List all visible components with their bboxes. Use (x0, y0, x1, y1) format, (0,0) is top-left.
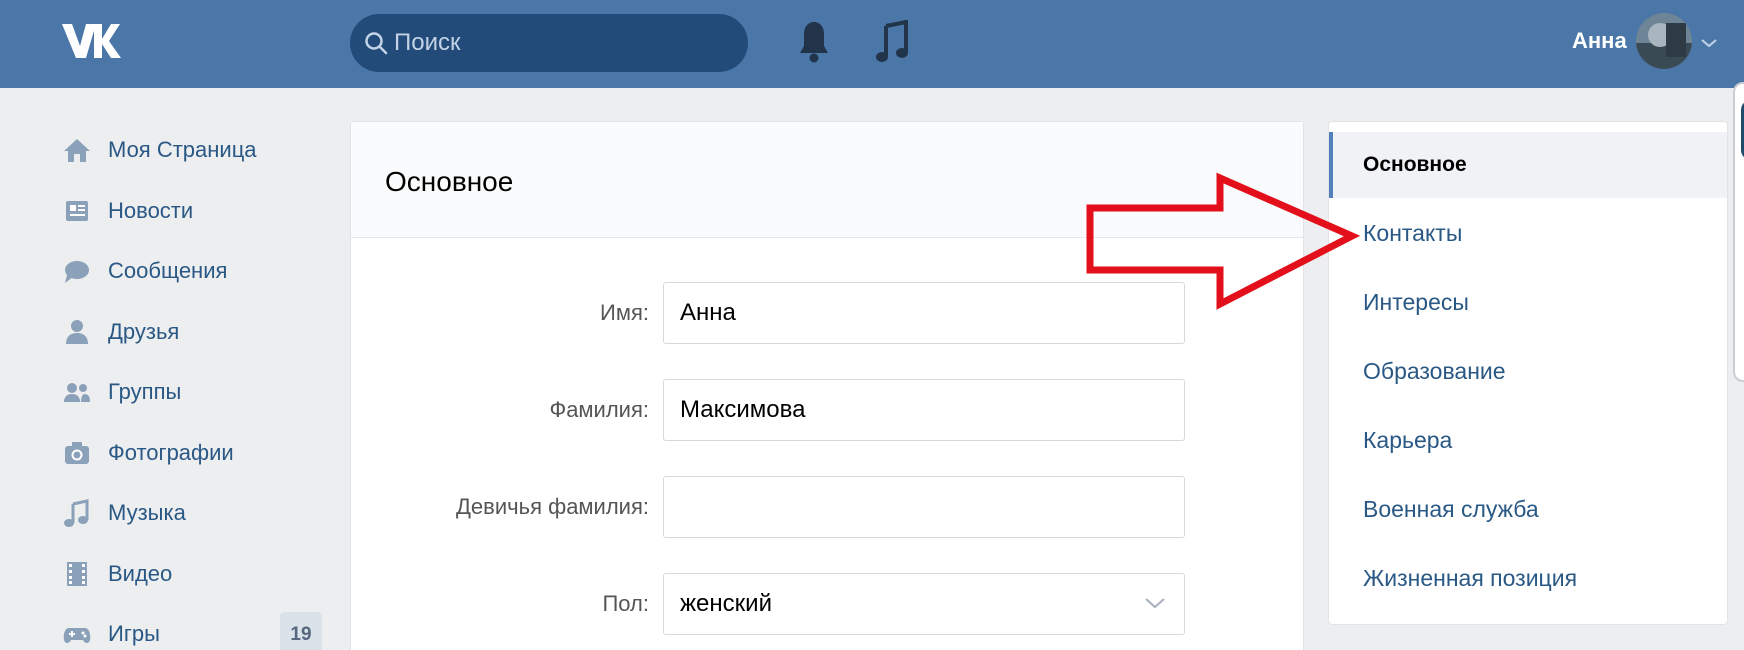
menu-item-contacts[interactable]: Контакты (1329, 200, 1727, 266)
gender-select[interactable]: женский (663, 573, 1185, 635)
gamepad-icon (62, 619, 92, 649)
film-icon (62, 559, 92, 589)
settings-section-menu: Основное Контакты Интересы Образование К… (1328, 121, 1728, 625)
last-name-row: Фамилия: (351, 379, 1305, 441)
gender-value: женский (680, 590, 772, 617)
sidebar-item-label: Игры (108, 621, 160, 647)
menu-item-life-position[interactable]: Жизненная позиция (1329, 545, 1727, 611)
last-name-label: Фамилия: (549, 397, 649, 422)
sidebar-item-label: Видео (108, 560, 173, 586)
edge-popup-fragment (1733, 82, 1744, 382)
sidebar-item-label: Музыка (108, 500, 186, 526)
sidebar-item-label: Сообщения (108, 258, 228, 284)
vk-logo-icon (62, 24, 121, 58)
sidebar-item-groups[interactable]: Группы (56, 362, 346, 423)
sidebar-item-photos[interactable]: Фотографии (56, 423, 346, 484)
gender-label: Пол: (602, 591, 649, 616)
sidebar-item-label: Фотографии (108, 439, 234, 465)
annotation-arrow-icon (1084, 172, 1364, 317)
sidebar-item-label: Моя Страница (108, 137, 257, 163)
music-note-icon (62, 498, 92, 528)
notifications-bell-icon[interactable] (798, 20, 830, 69)
messages-icon (62, 256, 92, 286)
sidebar-item-label: Группы (108, 379, 182, 405)
page-title: Основное (385, 166, 514, 197)
menu-item-interests[interactable]: Интересы (1329, 269, 1727, 335)
sidebar-item-friends[interactable]: Друзья (56, 302, 346, 363)
sidebar-item-label: Новости (108, 197, 194, 223)
sidebar-item-music[interactable]: Музыка (56, 483, 346, 544)
top-header: Анна (0, 0, 1744, 88)
sidebar-item-messages[interactable]: Сообщения (56, 241, 346, 302)
menu-item-career[interactable]: Карьера (1329, 407, 1727, 473)
music-player-icon[interactable] (876, 19, 908, 69)
chevron-down-icon[interactable] (1700, 36, 1718, 54)
gender-row: Пол: женский (351, 573, 1305, 635)
menu-item-military[interactable]: Военная служба (1329, 476, 1727, 542)
left-sidebar: Моя Страница Новости Сообщения Друзья Гр… (56, 120, 346, 650)
games-count-badge: 19 (280, 612, 322, 650)
menu-item-basic[interactable]: Основное (1329, 132, 1727, 198)
search-input[interactable] (394, 24, 734, 62)
maiden-name-field[interactable] (663, 476, 1185, 538)
sidebar-item-my-page[interactable]: Моя Страница (56, 120, 346, 181)
sidebar-item-games[interactable]: Игры 19 (56, 604, 346, 650)
chevron-down-icon (1145, 598, 1165, 609)
search-box[interactable] (350, 14, 748, 72)
sidebar-item-video[interactable]: Видео (56, 544, 346, 605)
avatar[interactable] (1636, 13, 1692, 69)
home-icon (62, 135, 92, 165)
maiden-name-row: Девичья фамилия: (351, 476, 1305, 538)
news-icon (62, 196, 92, 226)
maiden-name-label: Девичья фамилия: (456, 494, 649, 519)
user-name[interactable]: Анна (1572, 28, 1627, 54)
camera-icon (62, 438, 92, 468)
last-name-field[interactable] (663, 379, 1185, 441)
vk-logo[interactable] (60, 20, 122, 62)
search-icon (365, 32, 388, 55)
sidebar-item-label: Друзья (108, 318, 180, 344)
menu-item-education[interactable]: Образование (1329, 338, 1727, 404)
first-name-label: Имя: (600, 300, 649, 325)
friend-icon (62, 317, 92, 347)
sidebar-item-news[interactable]: Новости (56, 181, 346, 242)
groups-icon (62, 377, 92, 407)
